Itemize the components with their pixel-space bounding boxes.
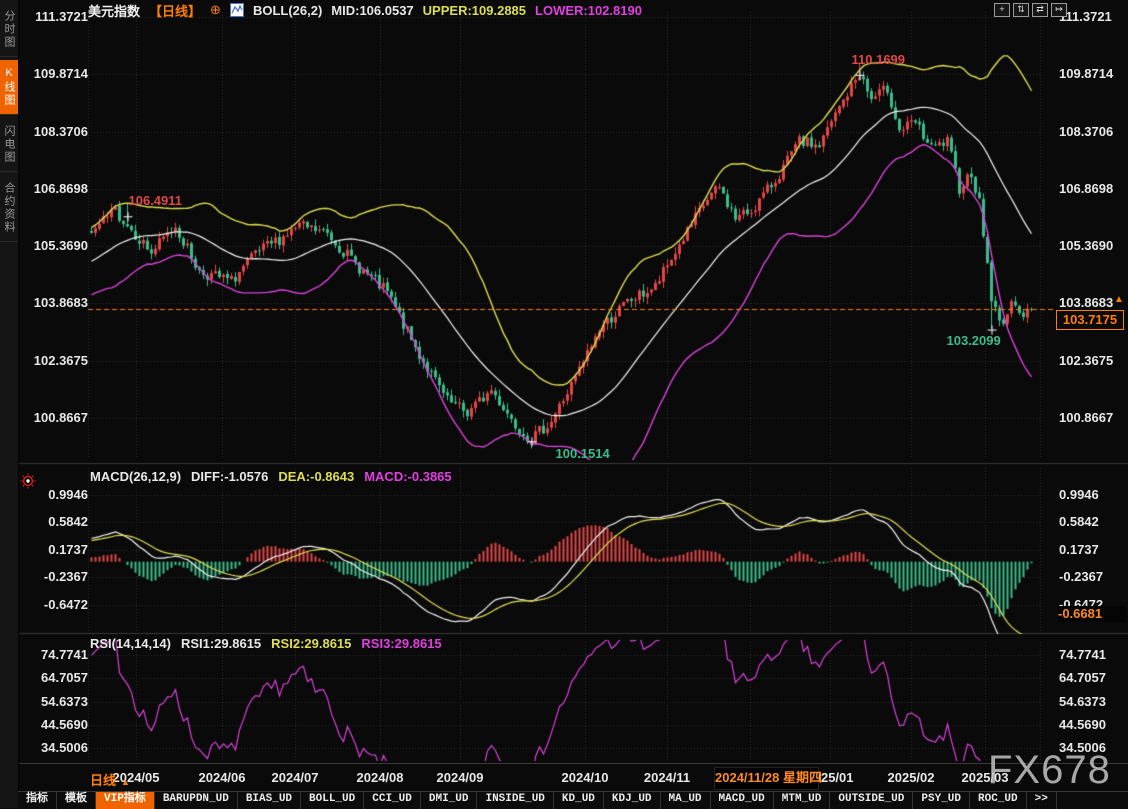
symbol-title: 美元指数 (88, 1, 140, 20)
sidebar-tab-time-share-chart[interactable]: 分时图 (0, 3, 18, 57)
toolbar-item-roc-ud[interactable]: ROC_UD (970, 792, 1027, 809)
period-selector[interactable]: 日线▲ (90, 770, 130, 789)
toolbar-item-ma-ud[interactable]: MA_UD (661, 792, 711, 809)
scale-y-axis-icon[interactable]: ⇅ (1013, 3, 1029, 17)
bottom-toolbar: 指标模板VIP指标BARUPDN_UDBIAS_UDBOLL_UDCCI_UDD… (18, 791, 1128, 809)
link-chart-icon[interactable]: ⊕ (210, 2, 221, 18)
toolbar-item-dmi-ud[interactable]: DMI_UD (421, 792, 478, 809)
boll-lower-value: LOWER:102.8190 (535, 3, 642, 18)
boll-upper-value: UPPER:109.2885 (423, 3, 526, 18)
x-axis-label: 2024/07 (250, 770, 340, 785)
pan-right-icon[interactable]: ↦ (1051, 3, 1067, 17)
toolbar-item-more[interactable]: >> (1027, 792, 1057, 809)
toolbar-item-templates[interactable]: 模板 (57, 792, 96, 809)
x-axis-label: 2024/09 (415, 770, 505, 785)
toolbar-item-outside-ud[interactable]: OUTSIDE_UD (830, 792, 913, 809)
toolbar-item-cci-ud[interactable]: CCI_UD (364, 792, 421, 809)
crosshair-icon[interactable]: + (994, 3, 1010, 17)
macd-diff-value: DIFF:-1.0576 (191, 469, 268, 484)
current-price-badge: 103.7175 (1056, 310, 1124, 330)
toolbar-item-inside-ud[interactable]: INSIDE_UD (477, 792, 553, 809)
rsi1-value: RSI1:29.8615 (181, 636, 261, 651)
x-axis-label: 2024/08 (335, 770, 425, 785)
left-sidebar: 分时图 K线图闪电图合约资料 (0, 0, 19, 808)
sidebar-tab-kline-chart[interactable]: K线图 (0, 60, 18, 115)
toolbar-item-bias-ud[interactable]: BIAS_UD (238, 792, 301, 809)
boll-mid-value: MID:106.0537 (331, 3, 413, 18)
macd-dea-value: DEA:-0.8643 (278, 469, 354, 484)
indicator-settings-icon[interactable] (20, 473, 36, 494)
rsi3-value: RSI3:29.8615 (361, 636, 441, 651)
toolbar-item-mtm-ud[interactable]: MTM_UD (774, 792, 831, 809)
rsi2-value: RSI2:29.8615 (271, 636, 351, 651)
fx678-watermark: FX678 (988, 750, 1111, 790)
rsi-param-label: RSI(14,14,14) (90, 636, 171, 651)
highlighted-date-label[interactable]: 2024/11/28 星期四 (714, 767, 819, 790)
app-window: 分时图 K线图闪电图合约资料 美元指数 【日线】 ⊕ BOLL(26,2) MID… (0, 0, 1128, 808)
toolbar-item-boll-ud[interactable]: BOLL_UD (301, 792, 364, 809)
chart-tool-icons: +⇅⇄↦ (994, 3, 1067, 17)
period-tag: 【日线】 (149, 1, 201, 20)
macd-header: MACD(26,12,9) DIFF:-1.0576 DEA:-0.8643 M… (90, 469, 452, 484)
toolbar-item-barupdn-ud[interactable]: BARUPDN_UD (155, 792, 238, 809)
toolbar-item-vip-indicators[interactable]: VIP指标 (96, 792, 155, 809)
price-up-arrow-icon: ▲ (1114, 294, 1124, 305)
macd-macd-value: MACD:-0.3865 (364, 469, 451, 484)
line-chart-icon[interactable] (230, 3, 244, 17)
scale-x-axis-icon[interactable]: ⇄ (1032, 3, 1048, 17)
boll-param-label: BOLL(26,2) (253, 3, 322, 18)
toolbar-item-macd-ud[interactable]: MACD_UD (711, 792, 774, 809)
toolbar-item-kd-ud[interactable]: KD_UD (554, 792, 604, 809)
macd-current-badge: -0.6681 (1058, 606, 1126, 622)
chart-header: 美元指数 【日线】 ⊕ BOLL(26,2) MID:106.0537 UPPE… (88, 2, 642, 18)
x-axis-label: 2024/11 (622, 770, 712, 785)
toolbar-item-kdj-ud[interactable]: KDJ_UD (604, 792, 661, 809)
chart-canvas[interactable] (0, 0, 1128, 808)
dropdown-arrow-icon: ▲ (121, 777, 130, 787)
sidebar-tab-tick-chart[interactable]: 闪电图 (0, 118, 18, 172)
macd-param-label: MACD(26,12,9) (90, 469, 181, 484)
toolbar-item-indicators[interactable]: 指标 (18, 792, 57, 809)
toolbar-item-psy-ud[interactable]: PSY_UD (913, 792, 970, 809)
sidebar-tab-contract-info[interactable]: 合约资料 (0, 175, 18, 242)
rsi-header: RSI(14,14,14) RSI1:29.8615 RSI2:29.8615 … (90, 636, 442, 651)
x-axis: 日线▲ 2024/052024/062024/072024/082024/092… (18, 763, 1128, 792)
x-axis-label: 2024/10 (540, 770, 630, 785)
